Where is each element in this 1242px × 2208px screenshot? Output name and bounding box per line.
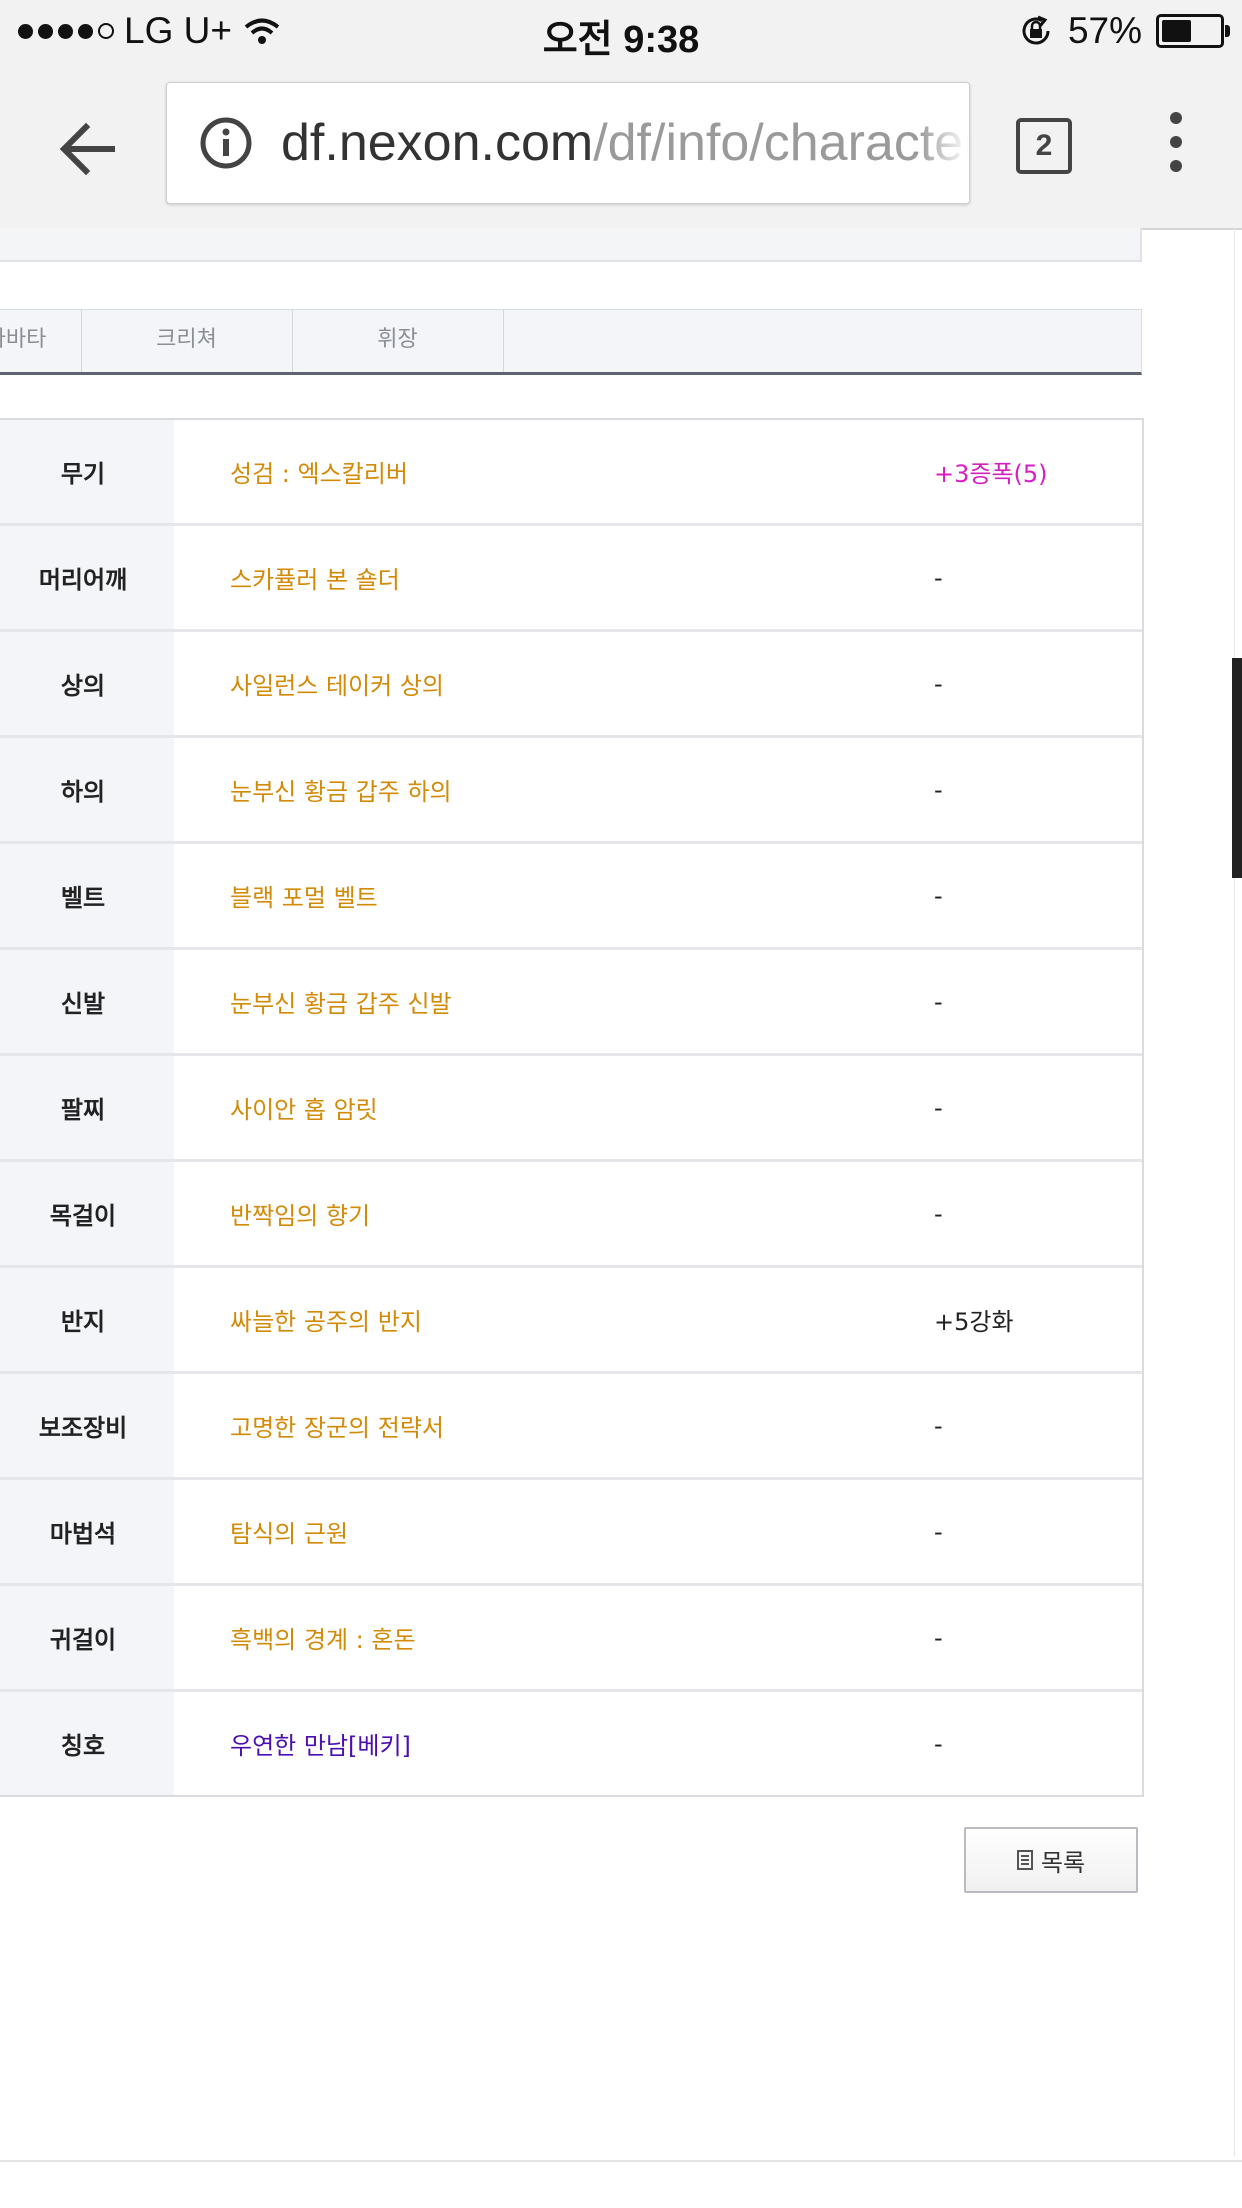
battery-icon [1156, 14, 1230, 48]
equipment-enhancement: - [934, 1411, 943, 1440]
equipment-enhancement: - [934, 775, 943, 804]
equipment-row: 벨트 블랙 포멀 벨트 - [0, 844, 1142, 950]
overflow-menu-icon[interactable] [1166, 112, 1186, 172]
equipment-enhancement: - [934, 1623, 943, 1652]
equipment-enhancement: - [934, 1517, 943, 1546]
equipment-item-link[interactable]: 사일런스 테이커 상의 [230, 632, 444, 735]
info-icon[interactable] [199, 116, 253, 170]
equipment-row: 반지 싸늘한 공주의 반지 +5강화 [0, 1268, 1142, 1374]
equipment-row: 보조장비 고명한 장군의 전략서 - [0, 1374, 1142, 1480]
equipment-slot-label: 목걸이 [0, 1162, 174, 1265]
equipment-row: 목걸이 반짝임의 향기 - [0, 1162, 1142, 1268]
equipment-item-link[interactable]: 사이안 홉 암릿 [230, 1056, 378, 1159]
status-right: 57% [1018, 10, 1230, 52]
equipment-enhancement: - [934, 563, 943, 592]
equipment-slot-label: 보조장비 [0, 1374, 174, 1477]
equipment-item-link[interactable]: 눈부신 황금 갑주 하의 [230, 738, 452, 841]
equipment-tab-bar: 아바타 크리쳐 휘장 [0, 309, 1142, 375]
tab-creature[interactable]: 크리쳐 [81, 310, 293, 372]
equipment-slot-label: 반지 [0, 1268, 174, 1371]
equipment-slot-label: 팔찌 [0, 1056, 174, 1159]
browser-toolbar: df.nexon.com/df/info/character 2 [0, 62, 1242, 230]
equipment-slot-label: 신발 [0, 950, 174, 1053]
equipment-row: 마법석 탐식의 근원 - [0, 1480, 1142, 1586]
equipment-slot-label: 칭호 [0, 1692, 174, 1795]
address-bar[interactable]: df.nexon.com/df/info/character [166, 82, 970, 204]
equipment-item-link[interactable]: 싸늘한 공주의 반지 [230, 1268, 422, 1371]
equipment-item-link[interactable]: 반짝임의 향기 [230, 1162, 370, 1265]
equipment-slot-label: 마법석 [0, 1480, 174, 1583]
equipment-slot-label: 벨트 [0, 844, 174, 947]
equipment-enhancement: - [934, 1199, 943, 1228]
equipment-enhancement: - [934, 881, 943, 910]
equipment-enhancement: +3증폭(5) [934, 460, 1048, 488]
scrollbar-thumb[interactable] [1232, 658, 1242, 878]
equipment-enhancement: - [934, 1729, 943, 1758]
equipment-table: 무기 성검 : 엑스칼리버 +3증폭(5) 머리어깨 스카퓰러 본 숄더 - 상의 사일런스 … [0, 418, 1144, 1797]
equipment-slot-label: 상의 [0, 632, 174, 735]
equipment-row: 무기 성검 : 엑스칼리버 +3증폭(5) [0, 420, 1142, 526]
equipment-row: 신발 눈부신 황금 갑주 신발 - [0, 950, 1142, 1056]
url-host: df.nexon.com [281, 114, 594, 172]
equipment-enhancement: - [934, 669, 943, 698]
equipment-item-link[interactable]: 흑백의 경계 : 혼돈 [230, 1586, 416, 1689]
list-button[interactable]: 목록 [964, 1827, 1138, 1893]
equipment-enhancement: - [934, 987, 943, 1016]
tab-avatar[interactable]: 아바타 [0, 310, 82, 372]
battery-percent: 57% [1067, 10, 1142, 51]
equipment-row: 머리어깨 스카퓰러 본 숄더 - [0, 526, 1142, 632]
equipment-item-link[interactable]: 우연한 만남[베키] [230, 1692, 411, 1795]
list-button-label: 목록 [1040, 1848, 1086, 1877]
footer-divider [0, 2160, 1242, 2162]
equipment-item-link[interactable]: 스카퓰러 본 숄더 [230, 526, 400, 629]
equipment-enhancement: - [934, 1093, 943, 1122]
equipment-enhancement: +5강화 [934, 1308, 1014, 1336]
equipment-row: 귀걸이 흑백의 경계 : 혼돈 - [0, 1586, 1142, 1692]
info-panel-bottom [0, 228, 1142, 262]
tab-emblem[interactable]: 휘장 [292, 310, 504, 372]
list-document-icon [1016, 1850, 1033, 1870]
equipment-item-link[interactable]: 탐식의 근원 [230, 1480, 348, 1583]
equipment-row: 상의 사일런스 테이커 상의 - [0, 632, 1142, 738]
page-edge-rule [1234, 228, 1235, 2156]
equipment-slot-label: 하의 [0, 738, 174, 841]
equipment-slot-label: 무기 [0, 420, 174, 523]
url-text[interactable]: df.nexon.com/df/info/character [281, 113, 970, 173]
back-arrow-icon[interactable] [52, 114, 122, 184]
equipment-row: 하의 눈부신 황금 갑주 하의 - [0, 738, 1142, 844]
status-bar: LG U+ 오전 9:38 57% [0, 0, 1242, 62]
tab-switcher-button[interactable]: 2 [1016, 118, 1072, 174]
equipment-slot-label: 머리어깨 [0, 526, 174, 629]
equipment-item-link[interactable]: 고명한 장군의 전략서 [230, 1374, 444, 1477]
equipment-item-link[interactable]: 블랙 포멀 벨트 [230, 844, 378, 947]
equipment-item-link[interactable]: 눈부신 황금 갑주 신발 [230, 950, 452, 1053]
rotation-lock-icon [1022, 15, 1050, 45]
equipment-row: 팔찌 사이안 홉 암릿 - [0, 1056, 1142, 1162]
url-path: /df/info/character [593, 114, 970, 172]
equipment-slot-label: 귀걸이 [0, 1586, 174, 1689]
equipment-row: 칭호 우연한 만남[베키] - [0, 1692, 1142, 1797]
equipment-item-link[interactable]: 성검 : 엑스칼리버 [230, 420, 408, 523]
